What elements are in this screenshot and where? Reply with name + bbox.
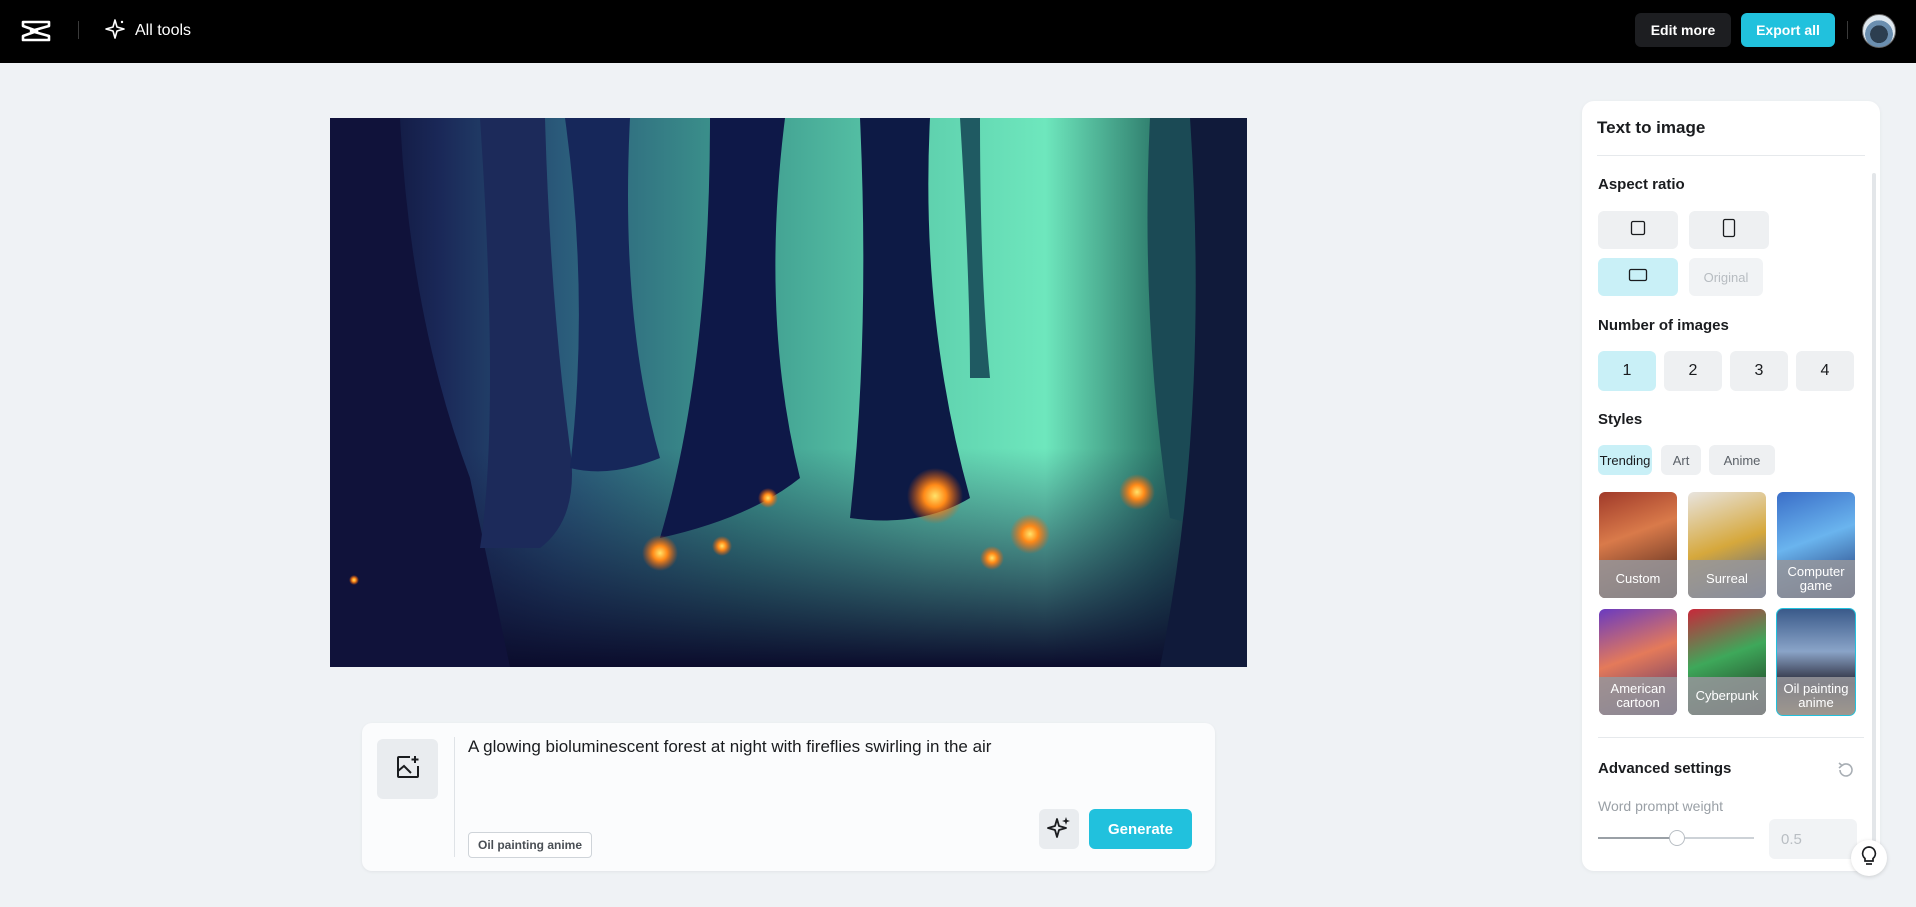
help-button[interactable] xyxy=(1851,840,1887,876)
style-tag[interactable]: Oil painting anime xyxy=(468,832,593,858)
divider xyxy=(1597,155,1865,156)
style-card-label: American cartoon xyxy=(1599,677,1677,715)
reset-icon[interactable] xyxy=(1836,760,1856,780)
style-card-label: Computer game xyxy=(1777,560,1855,598)
edit-more-button[interactable]: Edit more xyxy=(1635,13,1731,47)
word-prompt-weight-label: Word prompt weight xyxy=(1598,798,1724,814)
aspect-square-button[interactable] xyxy=(1598,211,1678,249)
sparkle-icon xyxy=(1047,815,1071,844)
sparkle-icon xyxy=(104,18,126,45)
count-2-button[interactable]: 2 xyxy=(1664,351,1722,391)
number-of-images-label: Number of images xyxy=(1598,317,1729,334)
export-all-button[interactable]: Export all xyxy=(1741,13,1835,47)
panel-title: Text to image xyxy=(1597,118,1706,137)
divider xyxy=(78,21,79,39)
count-3-button[interactable]: 3 xyxy=(1730,351,1788,391)
text-to-image-panel: Text to image Aspect ratio Original Numb… xyxy=(1582,101,1880,871)
aspect-portrait-button[interactable] xyxy=(1689,211,1769,249)
style-card-oil-painting-anime[interactable]: Oil painting anime xyxy=(1776,608,1856,716)
all-tools-label: All tools xyxy=(135,22,192,39)
style-card-label: Cyberpunk xyxy=(1688,677,1766,715)
landscape-icon xyxy=(1628,268,1648,287)
divider xyxy=(454,737,455,857)
count-1-button[interactable]: 1 xyxy=(1598,351,1656,391)
generate-button[interactable]: Generate xyxy=(1089,809,1192,849)
slider-fill xyxy=(1598,837,1676,839)
style-card-american-cartoon[interactable]: American cartoon xyxy=(1599,609,1677,715)
tab-trending[interactable]: Trending xyxy=(1598,445,1652,475)
add-reference-image-button[interactable] xyxy=(377,739,438,799)
style-card-label: Oil painting anime xyxy=(1777,677,1855,715)
style-card-computer-game[interactable]: Computer game xyxy=(1777,492,1855,598)
styles-label: Styles xyxy=(1598,411,1643,428)
aspect-landscape-button[interactable] xyxy=(1598,258,1678,296)
image-add-icon xyxy=(395,754,421,785)
generated-image[interactable] xyxy=(330,118,1247,667)
top-bar: All tools Edit more Export all xyxy=(0,0,1916,63)
style-card-label: Custom xyxy=(1599,560,1677,598)
style-card-label: Surreal xyxy=(1688,560,1766,598)
magic-enhance-button[interactable] xyxy=(1039,809,1079,849)
style-card-custom[interactable]: Custom xyxy=(1599,492,1677,598)
avatar[interactable] xyxy=(1862,14,1896,48)
style-card-surreal[interactable]: Surreal xyxy=(1688,492,1766,598)
panel-scrollbar[interactable] xyxy=(1872,173,1876,863)
tab-anime[interactable]: Anime xyxy=(1709,445,1775,475)
divider xyxy=(1598,737,1864,738)
aspect-original-button[interactable]: Original xyxy=(1689,258,1763,296)
prompt-input[interactable]: A glowing bioluminescent forest at night… xyxy=(468,735,1028,795)
slider-thumb[interactable] xyxy=(1669,830,1685,846)
advanced-settings-label: Advanced settings xyxy=(1598,760,1732,777)
style-card-cyberpunk[interactable]: Cyberpunk xyxy=(1688,609,1766,715)
aspect-ratio-label: Aspect ratio xyxy=(1598,176,1685,193)
divider xyxy=(1847,21,1848,39)
capcut-logo-icon[interactable] xyxy=(20,16,52,46)
prompt-box: A glowing bioluminescent forest at night… xyxy=(362,723,1215,871)
tab-art[interactable]: Art xyxy=(1661,445,1701,475)
all-tools-button[interactable]: All tools xyxy=(104,16,191,46)
square-icon xyxy=(1630,220,1646,241)
portrait-icon xyxy=(1722,218,1736,243)
lightbulb-icon xyxy=(1859,845,1879,872)
word-prompt-weight-input[interactable]: 0.5 xyxy=(1769,819,1857,859)
count-4-button[interactable]: 4 xyxy=(1796,351,1854,391)
